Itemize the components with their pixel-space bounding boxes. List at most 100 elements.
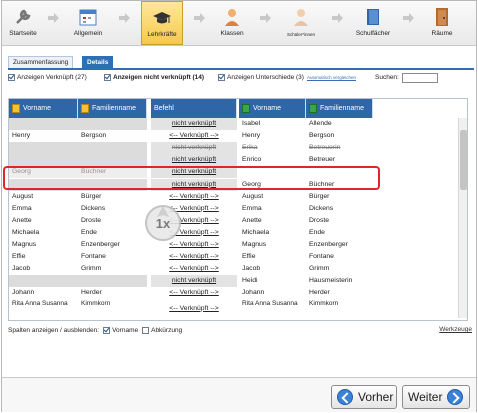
tools-link[interactable]: Werkzeuge [439, 326, 472, 333]
scrollbar-thumb[interactable] [460, 130, 467, 190]
teacher-hat-icon [153, 12, 171, 24]
calendar-icon [79, 9, 97, 26]
cell-right-first-name: Anette [242, 216, 262, 224]
header-label: Familienname [92, 105, 136, 112]
cell-left-first-name [9, 275, 78, 288]
cell-left-last-name: Bürger [81, 192, 102, 200]
arrow-right-icon [403, 13, 414, 23]
cell-left-last-name [78, 154, 147, 167]
excel-file-icon [309, 104, 317, 113]
toggle-first-name-label: Vorname [112, 326, 139, 334]
prev-button[interactable]: Vorher [331, 385, 397, 409]
step-raeume[interactable]: Räume [422, 1, 462, 45]
cell-action[interactable]: <-- Verknüpft --> [151, 251, 237, 263]
cell-right-last-name: Fontane [309, 253, 334, 261]
arrow-left-circle-icon [337, 389, 353, 405]
school-file-icon [12, 104, 20, 113]
cell-right-last-name: Grimm [309, 265, 330, 273]
toggle-first-name[interactable]: Vorname [103, 326, 139, 334]
cell-right-last-name: Hausmeisterin [309, 277, 353, 285]
cell-action[interactable]: <-- Verknüpft --> [151, 300, 237, 318]
cell-right-first-name: Michaela [242, 228, 270, 236]
table-row[interactable]: Rita Anna Susanna Kimmkorn <-- Verknüpft -… [9, 300, 457, 318]
cell-left-first-name: Henry [12, 132, 31, 140]
step-label: Räume [431, 30, 453, 37]
cell-left-first-name [9, 154, 78, 167]
header-right-last-name[interactable]: Familienname [306, 99, 373, 118]
arrow-right-icon [194, 13, 205, 23]
tab-details[interactable]: Details [82, 56, 114, 68]
header-label: Familienname [320, 105, 364, 112]
arrow-right-icon [48, 13, 59, 23]
cell-action[interactable]: <-- Verknüpft --> [151, 191, 237, 203]
filter-linked[interactable]: Anzeigen Verknüpft (27) [8, 74, 87, 81]
cell-action[interactable]: nicht verknüpft [151, 275, 237, 288]
checkbox-differences[interactable] [218, 74, 225, 81]
cell-action[interactable]: <-- Verknüpft --> [151, 287, 237, 299]
table-row[interactable]: Effie Fontane <-- Verknüpft --> Effie Fontan… [9, 251, 457, 263]
cell-action[interactable]: nicht verknüpft [151, 142, 237, 155]
cell-left-first-name: Anette [12, 216, 32, 224]
step-allgemein[interactable]: Allgemein [68, 1, 108, 45]
table-row[interactable]: nicht verknüpft Heidi Hausmeisterin [9, 275, 457, 288]
cell-right-first-name: Rita Anna Susanna [242, 299, 298, 307]
cell-right-first-name: Erika [242, 144, 258, 152]
cell-right-first-name: Henry [242, 132, 261, 140]
column-toggle-bar: Spalten anzeigen / ausblenden: Vorname A… [8, 324, 474, 336]
table-row[interactable]: Anette Droste <-- Verknüpft --> Anette Drost… [9, 215, 457, 227]
step-klassen[interactable]: Klassen [212, 1, 252, 45]
table-row[interactable]: Emma Dickens <-- Verknüpft --> Emma Dickens [9, 203, 457, 215]
auto-compare-link[interactable]: Automatisch vergleichen [307, 75, 356, 80]
search-input[interactable] [402, 73, 438, 83]
table-row[interactable]: nicht verknüpft Enrico Betreuer [9, 154, 457, 167]
checkbox-abbreviation[interactable] [142, 326, 150, 334]
cell-right-first-name: Isabel [242, 120, 261, 127]
header-action[interactable]: Befehl [151, 99, 237, 118]
table-row[interactable]: August Bürger <-- Verknüpft --> August Bürge… [9, 191, 457, 203]
toggle-abbreviation[interactable]: Abkürzung [142, 326, 183, 334]
cell-action[interactable]: nicht verknüpft [151, 154, 237, 167]
cell-right-last-name: Ende [309, 228, 325, 236]
step-lehrkraefte[interactable]: Lehrkräfte [141, 1, 183, 45]
cell-action[interactable]: <-- Verknüpft --> [151, 130, 237, 142]
filter-bar: Anzeigen Verknüpft (27) Anzeigen nicht v… [8, 73, 474, 85]
table-row[interactable]: Magnus Enzenberger <-- Verknüpft --> Magnus… [9, 239, 457, 251]
table-row[interactable]: nicht verknüpft Erika Betreuerin [9, 142, 457, 155]
table-row[interactable]: Henry Bergson <-- Verknüpft --> Henry Bergso… [9, 130, 457, 142]
toggle-abbreviation-label: Abkürzung [151, 326, 183, 334]
cell-right-first-name: Magnus [242, 241, 267, 248]
step-label: Schüler*innen [286, 32, 316, 37]
filter-unlinked[interactable]: Anzeigen nicht verknüpft (14) [104, 74, 204, 81]
cell-left-first-name: August [12, 192, 34, 200]
checkbox-linked[interactable] [8, 74, 15, 81]
cell-right-first-name: August [242, 192, 264, 200]
class-person-icon [225, 9, 239, 26]
cell-right-first-name: Effie [242, 253, 256, 261]
cell-action[interactable]: <-- Verknüpft --> [151, 263, 237, 275]
table-row[interactable]: Jacob Grimm <-- Verknüpft --> Jacob Grimm [9, 263, 457, 275]
checkbox-unlinked[interactable] [104, 74, 111, 81]
cell-left-last-name: Ende [81, 228, 97, 236]
table-row[interactable]: Johann Herder <-- Verknüpft --> Johann Herde… [9, 287, 457, 299]
cell-right-last-name: Betreuerin [309, 144, 341, 152]
header-left-first-name[interactable]: Vorname [9, 99, 78, 118]
header-right-first-name[interactable]: Vorname [239, 99, 306, 118]
vertical-scrollbar[interactable] [458, 118, 467, 318]
cell-left-last-name [78, 142, 147, 155]
next-button[interactable]: Weiter [402, 385, 470, 409]
step-schueler[interactable]: Schüler*innen [280, 1, 322, 45]
table-row[interactable]: Michaela Ende <-- Verknüpft --> Michaela End… [9, 227, 457, 239]
step-schulfaecher[interactable]: Schulfächer [350, 1, 396, 45]
table-row[interactable]: nicht verknüpft Isabel Allende [9, 118, 457, 131]
cell-right-last-name: Enzenberger [309, 241, 348, 248]
filter-differences[interactable]: Anzeigen Unterschiede (3) Automatisch ve… [218, 74, 356, 81]
cell-action[interactable]: nicht verknüpft [151, 118, 237, 131]
wizard-window: Startseite Allgemein Lehrkräfte Klassen … [1, 0, 477, 412]
checkbox-first-name[interactable] [103, 326, 111, 334]
step-startseite[interactable]: Startseite [4, 1, 42, 45]
cell-right-last-name: Bergson [309, 132, 335, 140]
tab-zusammenfassung[interactable]: Zusammenfassung [8, 56, 74, 68]
cell-right-last-name: Dickens [309, 204, 334, 212]
arrow-right-icon [260, 13, 271, 23]
header-left-last-name[interactable]: Familienname [78, 99, 147, 118]
